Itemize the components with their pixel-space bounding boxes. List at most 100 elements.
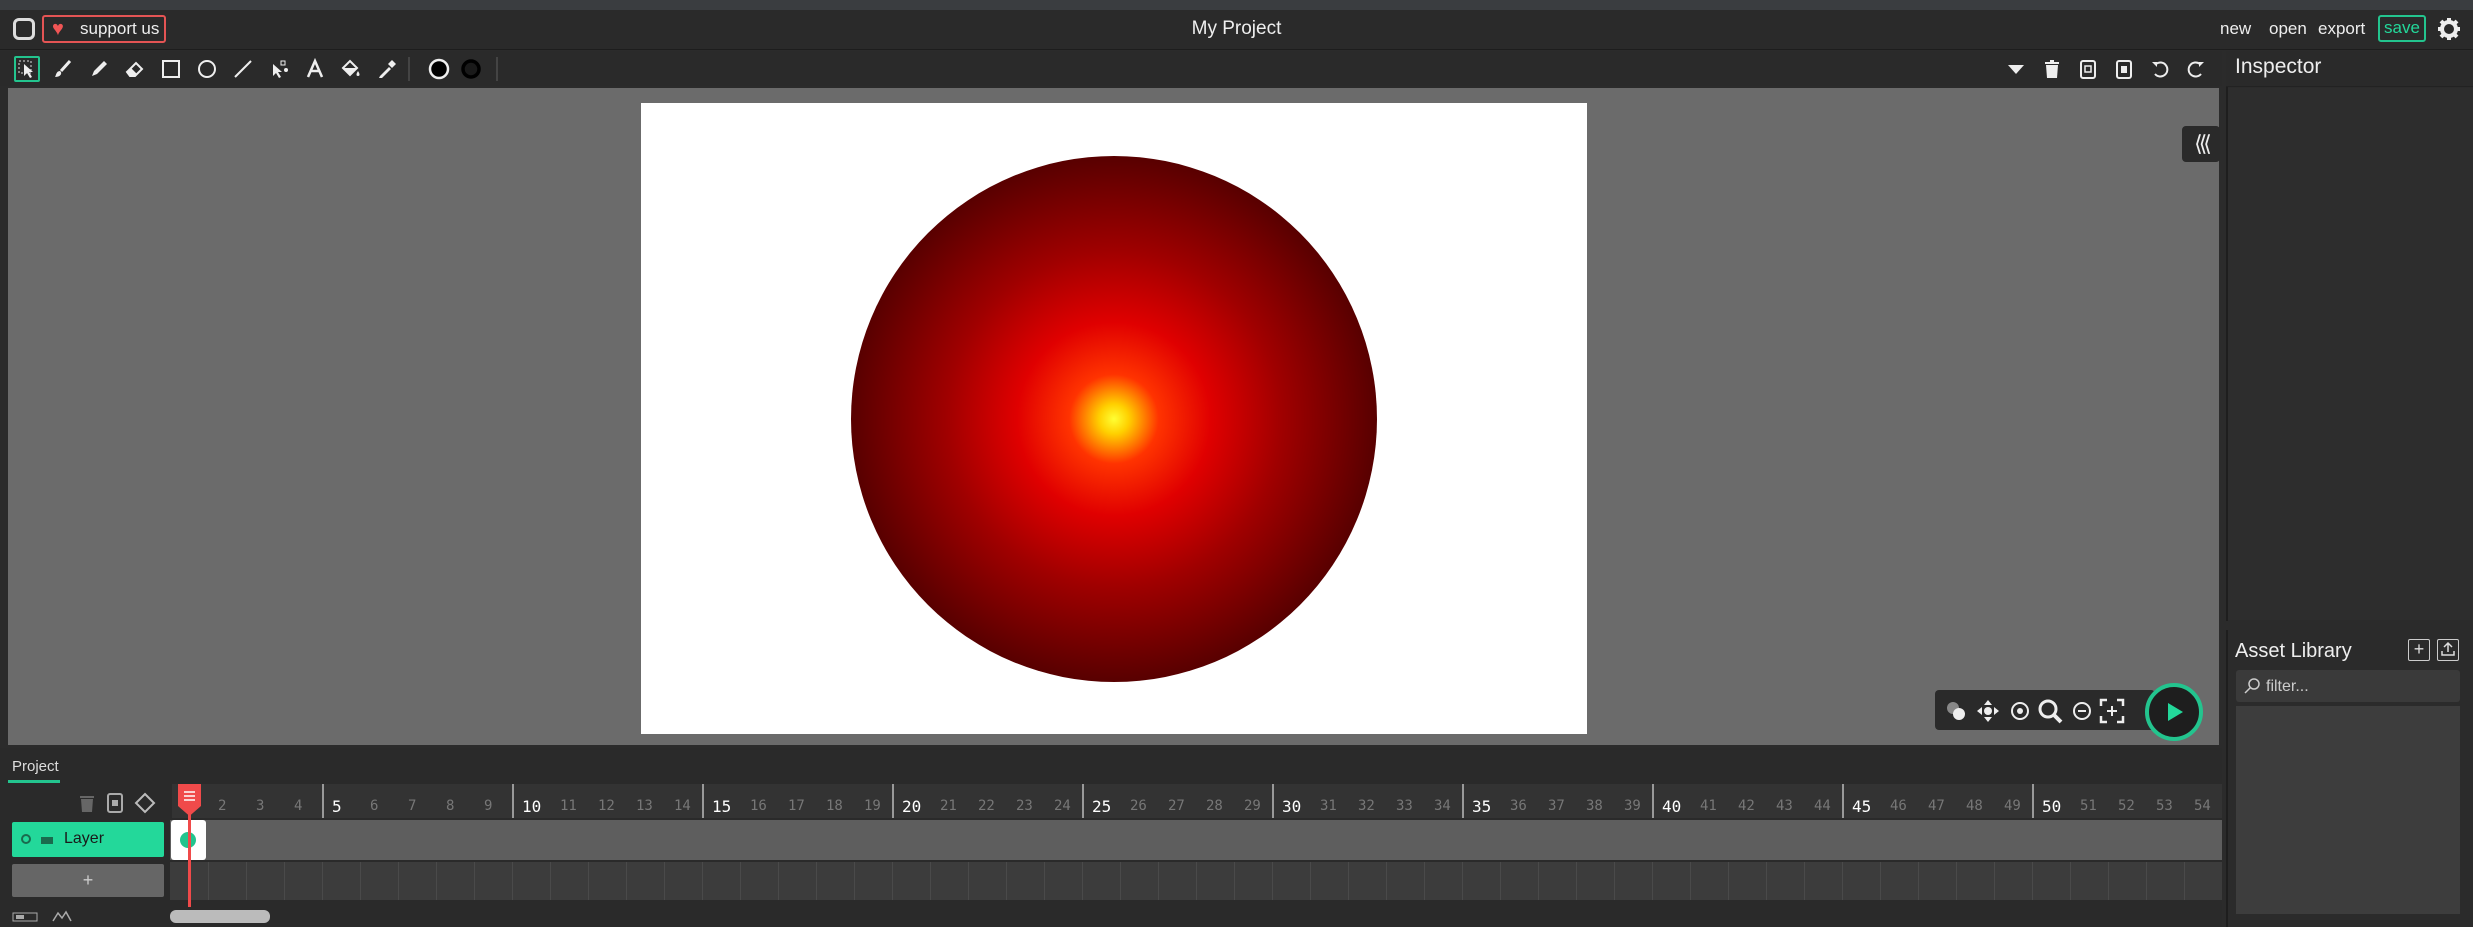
frame-number: 45 [1852,797,1872,816]
frame-cell-divider [1158,862,1159,900]
import-asset-button[interactable] [2437,639,2459,661]
frame-cell-divider [2146,862,2147,900]
frame-cell-divider [626,862,627,900]
pan-icon[interactable] [1975,698,2001,724]
frame-cell-divider [1196,862,1197,900]
rectangle-icon [162,60,180,78]
gear-icon[interactable] [2437,17,2461,41]
frame-cell-divider [2108,862,2109,900]
frame-number: 23 [1016,798,1033,814]
frame-cell-divider [1766,862,1767,900]
collapse-panel-button[interactable]: ⟨⟨⟨ [2182,126,2220,162]
zoom-out-icon[interactable] [2069,698,2095,724]
more-dropdown[interactable] [2003,56,2029,82]
path-tool[interactable] [266,56,292,82]
asset-list[interactable] [2236,706,2460,914]
lock-icon[interactable] [40,835,54,845]
ellipse-tool[interactable] [194,56,220,82]
playhead-line[interactable] [188,800,191,907]
delete-button[interactable] [2039,56,2065,82]
asset-library-title: Asset Library [2235,640,2352,662]
frame-number: 21 [940,798,957,814]
frame-ruler[interactable]: 2 3 4 5 6 7 8 9 10 11 12 13 14 15 16 17 18 19 20 21 22 23 24 25… [172,784,2222,818]
frame-cell-divider [1006,862,1007,900]
export-button[interactable]: export [2318,19,2365,39]
frame-cell-divider [588,862,589,900]
add-asset-button[interactable]: + [2408,639,2430,661]
playhead-handle-icon[interactable] [177,784,202,816]
frame-cell-divider [1690,862,1691,900]
frame-cell-divider [1652,862,1653,900]
layer-frame-row[interactable] [170,820,2222,860]
frame-number: 49 [2004,798,2021,814]
frame-cell-divider [1310,862,1311,900]
fill-color-icon [428,58,450,80]
timeline-scrollbar[interactable] [170,910,270,923]
frame-number: 42 [1738,798,1755,814]
frame-number: 9 [484,798,493,814]
zoom-in-icon[interactable] [2037,698,2063,724]
frame-cell-divider [1804,862,1805,900]
delete-layer-icon[interactable] [78,792,96,814]
radial-gradient-circle[interactable] [851,156,1377,682]
new-button[interactable]: new [2220,19,2251,39]
frame-number: 39 [1624,798,1641,814]
ellipse-icon [198,60,216,78]
frame-number: 14 [674,798,691,814]
frame-cell-divider [1044,862,1045,900]
eyedropper-tool[interactable] [374,56,400,82]
brush-tool[interactable] [50,56,76,82]
save-button[interactable]: save [2378,15,2426,42]
frame-number: 11 [560,798,577,814]
frame-number: 13 [636,798,653,814]
eraser-tool[interactable] [122,56,148,82]
onion-skin-icon[interactable] [1943,698,1969,724]
fill-bucket-tool[interactable] [338,56,364,82]
toolbar-divider [408,57,410,81]
play-icon [2168,703,2183,721]
frame-number: 20 [902,797,922,816]
frame-number: 40 [1662,797,1682,816]
duplicate-layer-icon[interactable] [106,792,124,814]
frame-cell-divider [1728,862,1729,900]
paste-button[interactable] [2111,56,2137,82]
add-layer-button[interactable]: + [12,864,164,897]
frame-cell-divider [2184,862,2185,900]
tab-active-indicator [8,780,60,783]
frame-cell-divider [1994,862,1995,900]
undo-icon [2152,61,2169,78]
keyframe-diamond-icon[interactable] [134,792,156,814]
rectangle-tool[interactable] [158,56,184,82]
text-tool[interactable] [302,56,328,82]
timeline-mode-icon[interactable] [12,912,38,922]
frame-cell-divider [664,862,665,900]
frame-number: 28 [1206,798,1223,814]
pencil-tool[interactable] [86,56,112,82]
visibility-icon[interactable] [20,833,32,845]
paste-icon [2116,60,2132,79]
tab-project[interactable]: Project [12,758,59,775]
play-button[interactable] [2145,683,2203,741]
fill-color-swatch[interactable] [426,56,452,82]
frame-number: 27 [1168,798,1185,814]
select-tool[interactable] [14,56,40,82]
empty-frame-row[interactable] [170,862,2222,900]
frame-cell-divider [474,862,475,900]
frame-cell-divider [816,862,817,900]
copy-button[interactable] [2075,56,2101,82]
toolbar-divider [496,57,498,81]
line-icon [234,60,252,78]
undo-button[interactable] [2147,56,2173,82]
open-button[interactable]: open [2269,19,2307,39]
zoom-reset-icon[interactable] [2007,698,2033,724]
frame-cell-divider [2070,862,2071,900]
stroke-color-swatch[interactable] [458,56,484,82]
redo-button[interactable] [2183,56,2209,82]
line-tool[interactable] [230,56,256,82]
layer-name: Layer [64,830,105,847]
plus-icon: + [2413,639,2425,659]
frame-number: 5 [332,797,342,816]
frame-cell-divider [1424,862,1425,900]
graph-mode-icon[interactable] [52,910,72,922]
fit-screen-icon[interactable] [2099,698,2125,724]
